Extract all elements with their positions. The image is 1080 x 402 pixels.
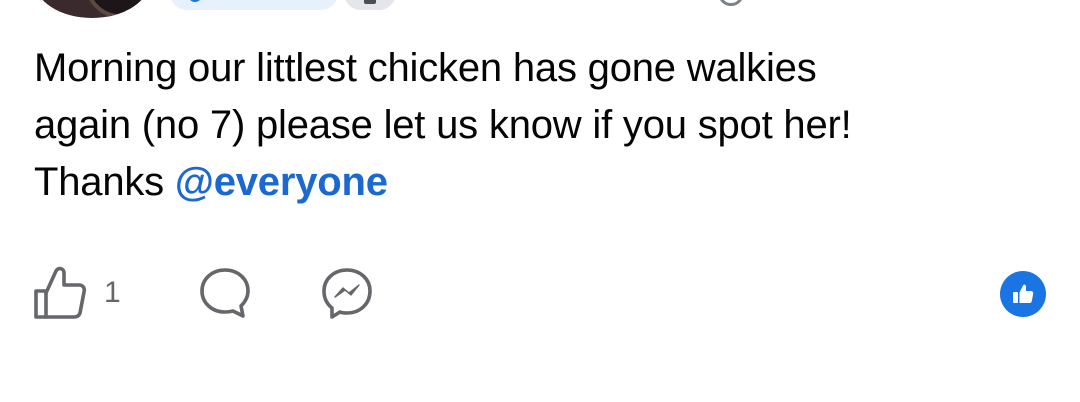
messenger-icon: [318, 264, 376, 322]
comment-icon: [196, 264, 254, 322]
audience-icon: [718, 0, 744, 6]
thumbs-up-icon: [1013, 284, 1034, 303]
post-line-text: Thanks: [34, 160, 175, 204]
comment-button[interactable]: [196, 258, 254, 328]
badge-extra-icon: [364, 0, 376, 4]
like-button[interactable]: 1: [32, 258, 121, 328]
share-button[interactable]: [318, 258, 376, 328]
post-line: again (no 7) please let us know if you s…: [34, 103, 852, 147]
author-badge[interactable]: [170, 0, 338, 10]
thumbs-up-icon: [32, 263, 88, 323]
post-line-last: Thanks @everyone: [34, 154, 1034, 211]
post-header: [0, 0, 1080, 22]
like-reaction-icon[interactable]: [1000, 271, 1046, 317]
avatar[interactable]: [34, 0, 150, 18]
badge-extra[interactable]: [344, 0, 396, 10]
badge-icon: [188, 0, 202, 2]
post-meta: [410, 0, 610, 6]
post-line: Morning our littlest chicken has gone wa…: [34, 46, 817, 90]
mention-link[interactable]: @everyone: [175, 160, 388, 204]
post-text: Morning our littlest chicken has gone wa…: [34, 40, 1034, 211]
action-bar: 1: [0, 258, 1080, 328]
like-count: 1: [104, 276, 121, 309]
